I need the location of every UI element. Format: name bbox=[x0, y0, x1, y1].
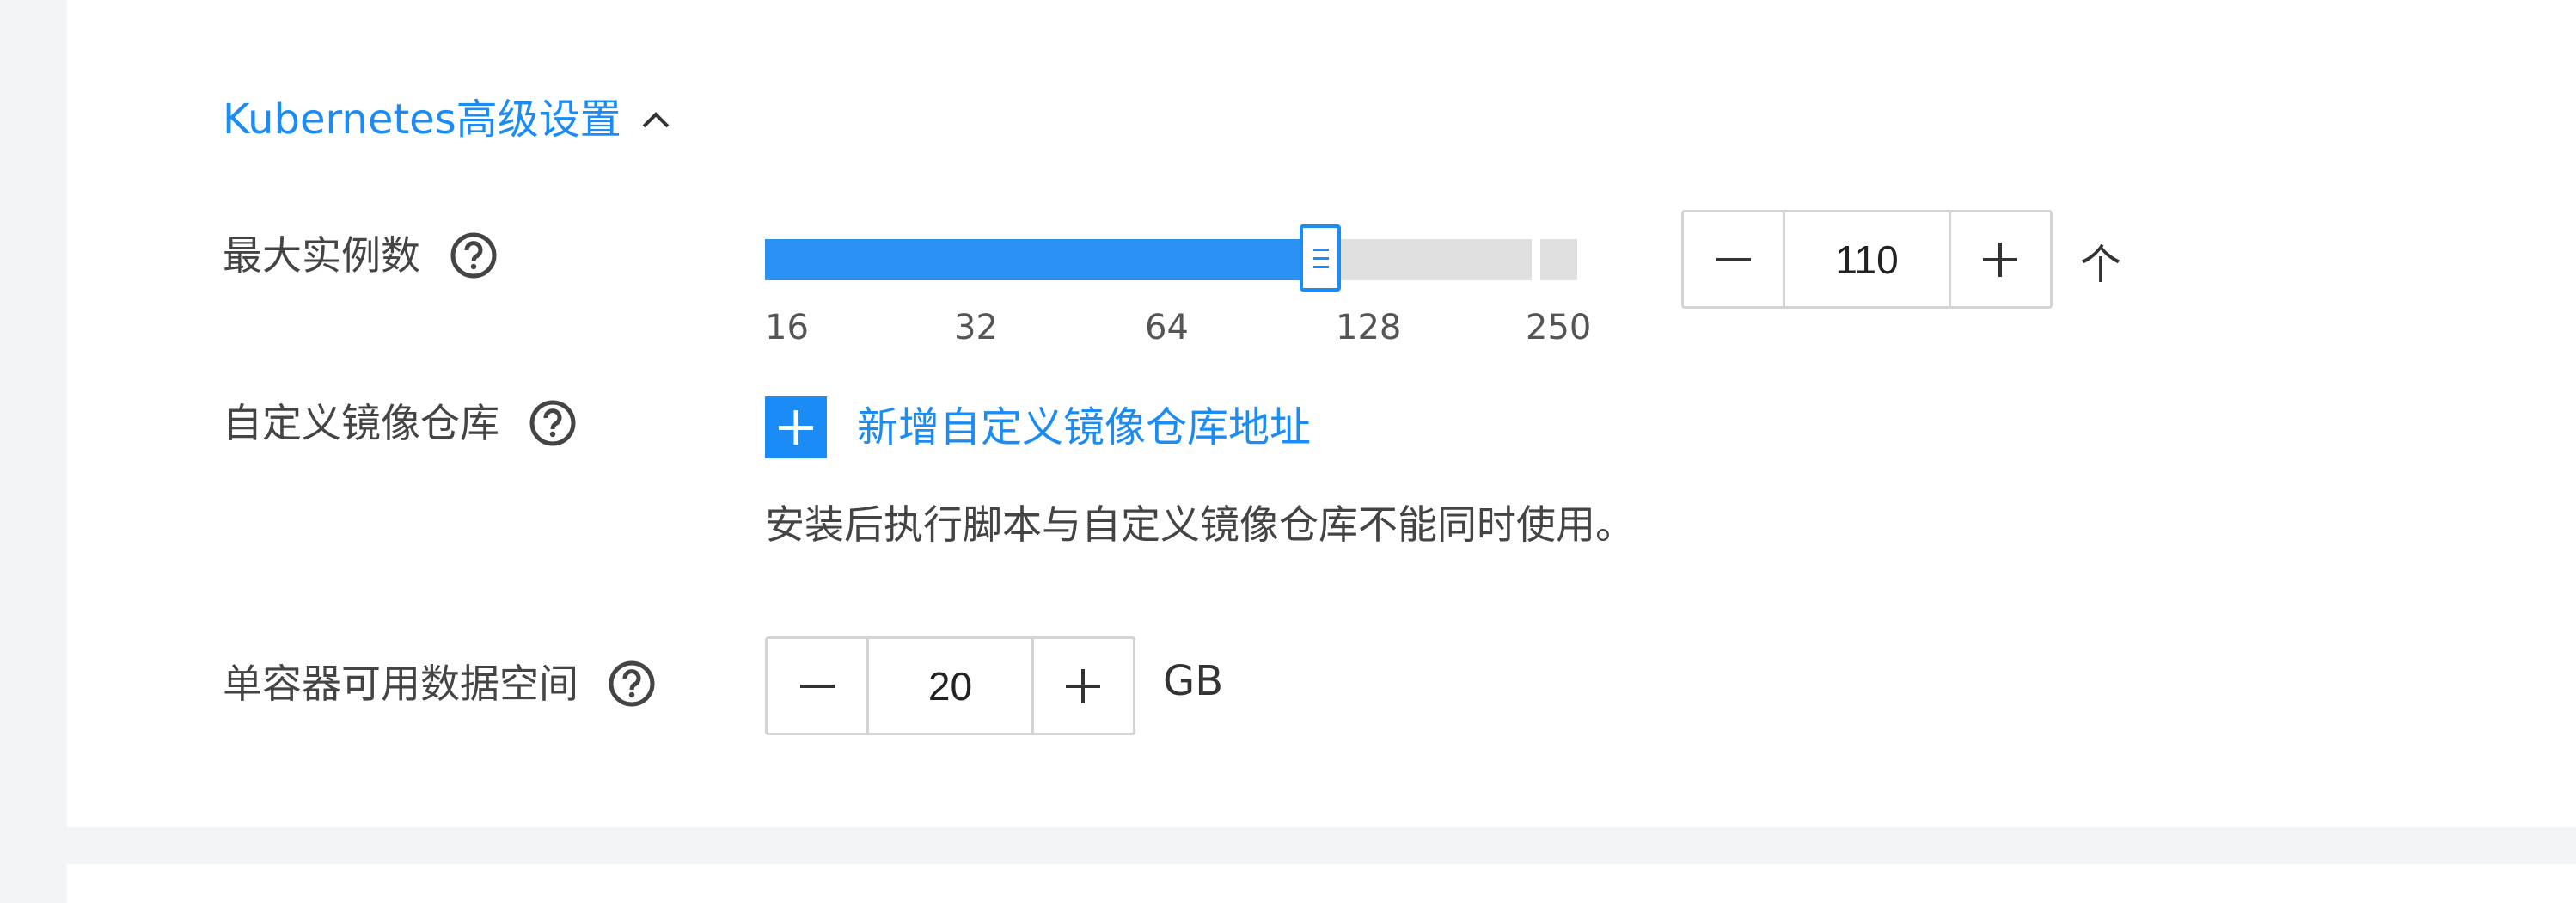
add-registry-link[interactable]: 新增自定义镜像仓库地址 bbox=[857, 399, 1311, 456]
storage-label-row: 单容器可用数据空间 bbox=[223, 660, 656, 708]
storage-label: 单容器可用数据空间 bbox=[223, 660, 578, 707]
tick-label: 32 bbox=[954, 308, 998, 347]
slider-fill bbox=[765, 239, 1301, 280]
chevron-up-icon bbox=[642, 112, 670, 128]
next-panel bbox=[67, 864, 2576, 903]
registry-note: 安装后执行脚本与自定义镜像仓库不能同时使用。 bbox=[765, 501, 1635, 548]
slider-thumb[interactable] bbox=[1300, 224, 1341, 292]
help-circle-icon[interactable] bbox=[529, 399, 577, 447]
slider-track-tail bbox=[1540, 239, 1577, 280]
add-registry-button[interactable] bbox=[765, 396, 827, 458]
max-instances-unit: 个 bbox=[2080, 241, 2122, 289]
section-title: Kubernetes高级设置 bbox=[223, 95, 621, 144]
minus-icon bbox=[1716, 257, 1751, 261]
tick-label: 64 bbox=[1145, 308, 1189, 347]
increment-button[interactable] bbox=[1034, 639, 1133, 733]
max-instances-label-row: 最大实例数 bbox=[223, 231, 498, 280]
plus-icon bbox=[1066, 668, 1101, 703]
plus-icon bbox=[779, 410, 813, 445]
storage-value[interactable]: 20 bbox=[866, 639, 1034, 733]
plus-icon bbox=[1983, 242, 2018, 277]
decrement-button[interactable] bbox=[768, 639, 866, 733]
max-instances-label: 最大实例数 bbox=[223, 232, 420, 279]
help-circle-icon[interactable] bbox=[608, 660, 656, 708]
help-circle-icon[interactable] bbox=[450, 231, 498, 280]
decrement-button[interactable] bbox=[1684, 212, 1783, 306]
registry-label: 自定义镜像仓库 bbox=[223, 400, 499, 446]
registry-label-row: 自定义镜像仓库 bbox=[223, 399, 577, 447]
storage-unit: GB bbox=[1163, 657, 1224, 705]
tick-label: 250 bbox=[1526, 308, 1592, 347]
increment-button[interactable] bbox=[1951, 212, 2050, 306]
storage-stepper[interactable]: 20 bbox=[765, 636, 1135, 735]
max-instances-stepper[interactable]: 110 bbox=[1681, 210, 2053, 309]
slider-segment-gap bbox=[1532, 239, 1540, 280]
max-instances-slider[interactable] bbox=[765, 224, 1577, 292]
tick-label: 16 bbox=[765, 308, 809, 347]
tick-label: 128 bbox=[1336, 308, 1402, 347]
advanced-settings-toggle[interactable]: Kubernetes高级设置 bbox=[223, 95, 673, 144]
max-instances-value[interactable]: 110 bbox=[1783, 212, 1951, 306]
minus-icon bbox=[799, 684, 835, 688]
slider-tick-labels: 16 32 64 128 250 bbox=[765, 308, 1625, 351]
